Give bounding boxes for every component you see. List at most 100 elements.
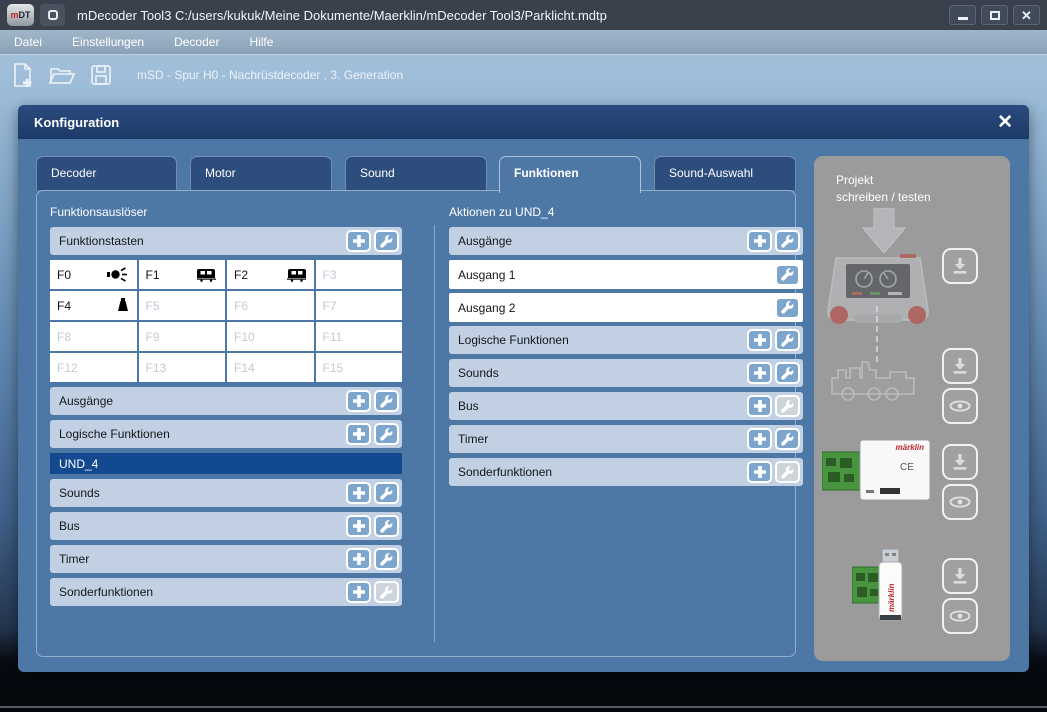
read-from-programmer-button[interactable] (942, 484, 978, 520)
write-to-programmer-button[interactable] (942, 444, 978, 480)
configure-button[interactable] (775, 297, 800, 319)
action-label: Bus (458, 399, 479, 413)
add-button[interactable] (747, 428, 772, 450)
action-sonderfunktionen[interactable]: Sonderfunktionen (449, 458, 803, 486)
configure-button-disabled (775, 395, 800, 417)
window-title: mDecoder Tool3 C:/users/kukuk/Meine Doku… (77, 8, 943, 23)
function-key-f4[interactable]: F4 (50, 291, 137, 320)
funktionstasten-header[interactable]: Funktionstasten (50, 227, 402, 255)
column-divider (434, 225, 435, 642)
configure-button[interactable] (374, 482, 399, 504)
configure-button[interactable] (374, 548, 399, 570)
configure-button[interactable] (775, 329, 800, 351)
add-button[interactable] (346, 230, 371, 252)
section-sonderfunktionen[interactable]: Sonderfunktionen (50, 578, 402, 606)
section-logische-funktionen[interactable]: Logische Funktionen (50, 420, 402, 448)
write-to-locomotive-button[interactable] (942, 348, 978, 384)
selected-item-und4[interactable]: UND_4 (50, 453, 402, 474)
minimize-button[interactable] (949, 5, 976, 25)
action-ausgaenge[interactable]: Ausgänge (449, 227, 803, 255)
function-key-f11[interactable]: F11 (316, 322, 403, 351)
funktionen-tab-content: Funktionsauslöser Funktionstasten F0 F1 (36, 190, 796, 657)
action-bus[interactable]: Bus (449, 392, 803, 420)
action-ausgang-1[interactable]: Ausgang 1 (449, 260, 803, 289)
section-label: Logische Funktionen (59, 427, 170, 441)
function-key-f3[interactable]: F3 (316, 260, 403, 289)
svg-text:märklin: märklin (896, 443, 925, 452)
tab-sound[interactable]: Sound (345, 156, 487, 190)
tab-sound-auswahl[interactable]: Sound-Auswahl (654, 156, 796, 190)
function-key-f0[interactable]: F0 (50, 260, 137, 289)
menu-item-decoder[interactable]: Decoder (174, 35, 219, 49)
window-menu-icon[interactable] (40, 4, 65, 26)
menu-item-einstellungen[interactable]: Einstellungen (72, 35, 144, 49)
function-key-f5[interactable]: F5 (139, 291, 226, 320)
configure-button[interactable] (374, 423, 399, 445)
action-label: Sounds (458, 366, 499, 380)
function-key-f13[interactable]: F13 (139, 353, 226, 382)
configure-button-disabled (374, 581, 399, 603)
read-from-locomotive-button[interactable] (942, 388, 978, 424)
add-button[interactable] (346, 548, 371, 570)
action-timer[interactable]: Timer (449, 425, 803, 453)
add-button[interactable] (346, 423, 371, 445)
function-key-f1[interactable]: F1 (139, 260, 226, 289)
configure-button[interactable] (374, 515, 399, 537)
section-sounds[interactable]: Sounds (50, 479, 402, 507)
configure-button[interactable] (775, 264, 800, 286)
section-timer[interactable]: Timer (50, 545, 402, 573)
function-key-f10[interactable]: F10 (227, 322, 314, 351)
save-file-icon[interactable] (88, 62, 114, 88)
function-key-f12[interactable]: F12 (50, 353, 137, 382)
section-ausgaenge[interactable]: Ausgänge (50, 387, 402, 415)
read-from-usb-stick-button[interactable] (942, 598, 978, 634)
function-key-f14[interactable]: F14 (227, 353, 314, 382)
add-button[interactable] (747, 329, 772, 351)
action-ausgang-2[interactable]: Ausgang 2 (449, 293, 803, 322)
menu-item-hilfe[interactable]: Hilfe (249, 35, 273, 49)
logo-text-m: m (10, 10, 18, 20)
section-bus[interactable]: Bus (50, 512, 402, 540)
maximize-button[interactable] (981, 5, 1008, 25)
svg-text:CE: CE (900, 462, 914, 473)
close-button[interactable]: ✕ (1013, 5, 1040, 25)
action-label: Sonderfunktionen (458, 465, 552, 479)
add-button[interactable] (346, 390, 371, 412)
function-key-f8[interactable]: F8 (50, 322, 137, 351)
configure-button[interactable] (374, 230, 399, 252)
dialog-close-icon[interactable]: ✕ (997, 113, 1013, 132)
action-logische-funktionen[interactable]: Logische Funktionen (449, 326, 803, 354)
add-button[interactable] (747, 461, 772, 483)
configure-button[interactable] (775, 428, 800, 450)
function-key-f9[interactable]: F9 (139, 322, 226, 351)
function-key-f2[interactable]: F2 (227, 260, 314, 289)
menu-item-datei[interactable]: Datei (14, 35, 42, 49)
write-to-usb-stick-button[interactable] (942, 558, 978, 594)
function-key-f7[interactable]: F7 (316, 291, 403, 320)
configure-button[interactable] (775, 362, 800, 384)
configure-button[interactable] (374, 390, 399, 412)
add-button[interactable] (747, 230, 772, 252)
tab-funktionen[interactable]: Funktionen (499, 156, 641, 193)
function-key-f6[interactable]: F6 (227, 291, 314, 320)
tab-motor[interactable]: Motor (190, 156, 332, 190)
action-sounds[interactable]: Sounds (449, 359, 803, 387)
configure-button[interactable] (775, 230, 800, 252)
add-button[interactable] (346, 515, 371, 537)
fkey-label: F11 (323, 330, 343, 344)
locomotive-reverse-icon (285, 267, 307, 282)
new-file-icon[interactable] (10, 62, 36, 88)
add-button[interactable] (346, 482, 371, 504)
section-label: Sonderfunktionen (59, 585, 153, 599)
write-to-central-station-button[interactable] (942, 248, 978, 284)
tab-decoder[interactable]: Decoder (36, 156, 177, 190)
add-button[interactable] (747, 362, 772, 384)
konfiguration-dialog: Konfiguration ✕ Decoder Motor Sound Funk… (18, 105, 1029, 672)
app-window: mDT mDecoder Tool3 C:/users/kukuk/Meine … (0, 0, 1047, 712)
toolbar: mSD - Spur H0 - Nachrüstdecoder , 3. Gen… (0, 56, 1047, 94)
open-file-icon[interactable] (49, 62, 75, 88)
add-button[interactable] (747, 395, 772, 417)
add-button[interactable] (346, 581, 371, 603)
fkey-label: F12 (57, 361, 78, 375)
function-key-f15[interactable]: F15 (316, 353, 403, 382)
